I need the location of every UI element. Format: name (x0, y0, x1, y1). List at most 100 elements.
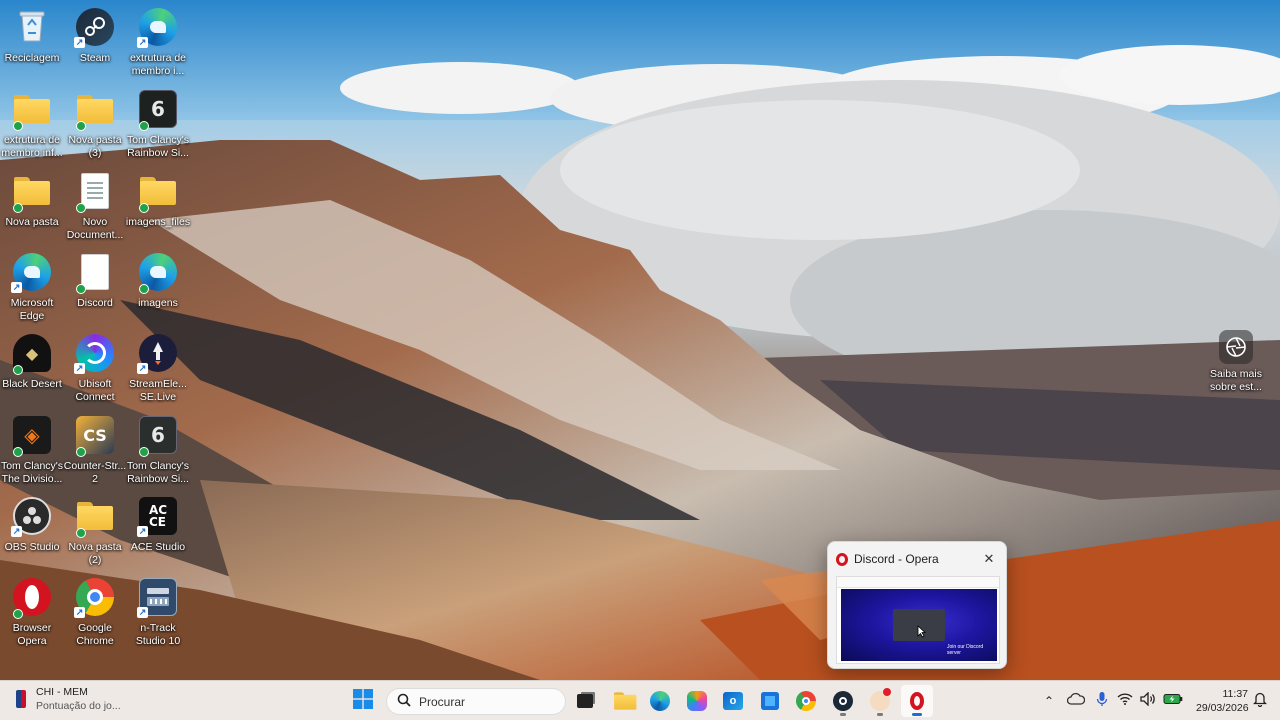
desktop-icon-label: ACE Studio (130, 541, 186, 553)
shortcut-arrow-icon: ↗ (137, 607, 148, 618)
wifi-icon (1117, 692, 1133, 710)
sync-status-icon (76, 528, 86, 538)
file-explorer-icon (614, 692, 637, 710)
widgets-button[interactable]: CHI - MEM Pontuação do jo... (16, 685, 121, 713)
desktop-icon-edge-shortcut[interactable]: ↗ extrutura de membro i... (126, 2, 190, 82)
desktop-icon-discord-file[interactable]: Discord (63, 247, 127, 327)
show-hidden-icons-button[interactable]: ⌃ (1040, 681, 1058, 720)
folder-icon (77, 502, 113, 530)
desktop-icon-rainbow-six[interactable]: 6 Tom Clancy's Rainbow Si... (126, 84, 190, 164)
desktop-icon-obs-studio[interactable]: ↗ OBS Studio (0, 491, 64, 571)
taskbar-search-box[interactable]: Procurar (386, 688, 566, 715)
quick-settings-button[interactable] (1117, 681, 1183, 720)
desktop-icon-folder-imagens-files[interactable]: imagens_files (126, 166, 190, 246)
sync-status-icon (13, 203, 23, 213)
cloud-icon (1066, 692, 1086, 710)
taskbar-window-preview[interactable]: Discord - Opera ✕ Join our Discord serve… (827, 541, 1007, 669)
taskbar: CHI - MEM Pontuação do jo... Procurar o (0, 680, 1280, 720)
desktop-icon-label: OBS Studio (4, 541, 60, 553)
sync-status-icon (13, 121, 23, 131)
widget-subtitle: Pontuação do jo... (36, 700, 121, 712)
taskbar-outlook[interactable]: o (717, 685, 749, 717)
sync-status-icon (76, 447, 86, 457)
desktop-icon-steam[interactable]: ↗ Steam (63, 2, 127, 82)
taskbar-clock[interactable]: 11:37 29/03/2026 (1196, 687, 1249, 715)
microphone-tray[interactable] (1093, 681, 1111, 720)
desktop-icon-black-desert[interactable]: ◆ Black Desert (0, 328, 64, 408)
desktop-icon-imagens[interactable]: imagens (126, 247, 190, 327)
folder-icon (140, 177, 176, 205)
battery-charging-icon (1163, 692, 1183, 710)
desktop-icon-opera[interactable]: Browser Opera (0, 572, 64, 652)
taskbar-file-explorer[interactable] (608, 685, 640, 717)
desktop-icon-label: Nova pasta (2) (68, 541, 122, 566)
learn-more-label: Saiba mais sobre est... (1210, 368, 1262, 393)
desktop-icon-label: Steam (79, 52, 111, 64)
close-icon[interactable]: ✕ (980, 550, 998, 568)
taskbar-discord-app[interactable] (864, 685, 896, 717)
camera-lens-icon (1219, 330, 1253, 364)
volume-icon (1140, 690, 1156, 711)
running-indicator (877, 713, 883, 716)
desktop-icon-counter-strike[interactable]: CS Counter-Str... 2 (63, 410, 127, 490)
learn-about-wallpaper-button[interactable]: Saiba mais sobre est... (1204, 330, 1268, 394)
desktop-icon-microsoft-edge[interactable]: ↗ Microsoft Edge (0, 247, 64, 327)
taskbar-steam[interactable] (827, 685, 859, 717)
desktop-icon-ace-studio[interactable]: AC CE ↗ ACE Studio (126, 491, 190, 571)
desktop-icon-label: Tom Clancy's The Divisio... (0, 460, 64, 485)
shortcut-arrow-icon: ↗ (74, 363, 85, 374)
folder-icon (14, 177, 50, 205)
shortcut-arrow-icon: ↗ (11, 526, 22, 537)
desktop-icon-novo-documento[interactable]: Novo Document... (63, 166, 127, 246)
onedrive-tray[interactable] (1065, 681, 1087, 720)
desktop-icon-ubisoft-connect[interactable]: ↗ Ubisoft Connect (63, 328, 127, 408)
widget-title: CHI - MEM (36, 686, 88, 698)
desktop-icon-label: Microsoft Edge (10, 297, 54, 322)
desktop-icon-label: Tom Clancy's Rainbow Si... (126, 134, 190, 159)
taskbar-edge[interactable] (644, 685, 676, 717)
desktop-icon-folder-nova-pasta-2[interactable]: Nova pasta (2) (63, 491, 127, 571)
start-button[interactable] (347, 685, 379, 717)
desktop-icon-label: Counter-Str... 2 (63, 460, 127, 485)
desktop-icon-label: extrutura de membro i... (129, 52, 187, 77)
desktop-icon-recycle-bin[interactable]: Reciclagem (0, 2, 64, 82)
nba-logo-icon (16, 690, 26, 708)
recycle-bin-icon (16, 7, 48, 48)
desktop-icon-streamelements[interactable]: ↗ StreamEle... SE.Live (126, 328, 190, 408)
document-icon (81, 254, 109, 290)
notification-badge (883, 688, 891, 696)
sync-status-icon (139, 447, 149, 457)
taskbar-chrome[interactable] (790, 685, 822, 717)
chevron-up-icon: ⌃ (1043, 694, 1055, 708)
taskbar-opera[interactable] (901, 685, 933, 717)
desktop-icon-rainbow-six-2[interactable]: 6 Tom Clancy's Rainbow Si... (126, 410, 190, 490)
taskbar-copilot[interactable] (681, 685, 713, 717)
thumbnail-caption: Join our Discord server (947, 644, 984, 656)
desktop-icon-ntrack-studio[interactable]: ↗ n-Track Studio 10 (126, 572, 190, 652)
chrome-icon (796, 691, 816, 711)
sync-status-icon (139, 284, 149, 294)
desktop-icon-label: Google Chrome (76, 622, 114, 647)
sync-status-icon (76, 121, 86, 131)
preview-thumbnail[interactable]: Join our Discord server (836, 576, 1000, 664)
taskbar-microsoft-store[interactable] (754, 685, 786, 717)
notifications-button[interactable] (1250, 681, 1270, 720)
desktop-icon-google-chrome[interactable]: ↗ Google Chrome (63, 572, 127, 652)
mouse-cursor-icon (917, 625, 926, 638)
search-placeholder: Procurar (419, 694, 466, 709)
desktop-icon-folder-extrutura[interactable]: extrutura de membro inf... (0, 84, 64, 164)
shortcut-arrow-icon: ↗ (11, 282, 22, 293)
running-indicator (840, 713, 846, 716)
folder-icon (77, 95, 113, 123)
desktop-icon-folder-nova-pasta[interactable]: Nova pasta (0, 166, 64, 246)
task-view-button[interactable] (569, 685, 601, 717)
desktop-icon-label: imagens (138, 297, 178, 309)
document-icon (81, 173, 109, 209)
microphone-icon (1096, 691, 1108, 712)
preview-title: Discord - Opera (854, 552, 939, 566)
desktop-wallpaper (0, 0, 1280, 680)
sync-status-icon (76, 284, 86, 294)
desktop-icon-division[interactable]: ◈ Tom Clancy's The Divisio... (0, 410, 64, 490)
desktop-icon-folder-nova-pasta-3[interactable]: Nova pasta (3) (63, 84, 127, 164)
shortcut-arrow-icon: ↗ (74, 37, 85, 48)
